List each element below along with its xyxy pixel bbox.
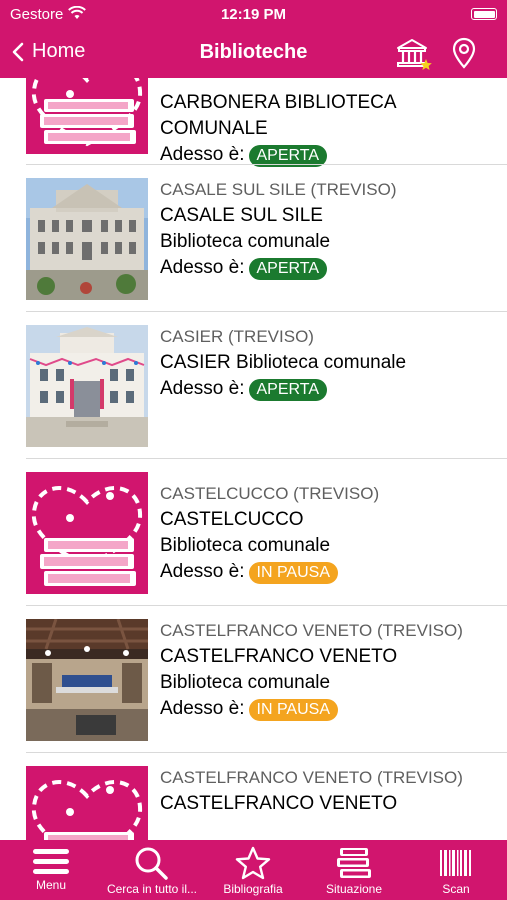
status-badge: APERTA (248, 379, 328, 401)
library-photo (26, 619, 148, 741)
library-name-line2: Biblioteca comunale (160, 535, 331, 556)
list-item[interactable]: CASIER (TREVISO) CASIER Biblioteca comun… (0, 312, 507, 459)
library-building-icon (397, 39, 432, 70)
map-button[interactable] (450, 36, 478, 70)
tab-label: Menu (35, 878, 67, 892)
list-item[interactable]: CASALE SUL SILE (TREVISO) CASALE SUL SIL… (0, 165, 507, 312)
status-badge: APERTA (248, 258, 328, 280)
tab-label: Cerca in tutto il... (106, 882, 198, 896)
navigation-bar: Home Biblioteche (0, 28, 507, 78)
hamburger-icon (33, 849, 69, 874)
library-city: CASTELCUCCO (TREVISO) (160, 484, 380, 503)
library-name-line2: Biblioteca comunale (160, 672, 331, 693)
tab-label: Situazione (325, 882, 383, 896)
back-label: Home (32, 40, 86, 62)
library-city: CASALE SUL SILE (TREVISO) (160, 180, 397, 199)
library-name: CASTELCUCCO (160, 509, 304, 530)
library-photo (26, 178, 148, 300)
library-name-line2: COMUNALE (160, 118, 268, 139)
library-city: CASTELFRANCO VENETO (TREVISO) (160, 768, 463, 787)
barcode-icon (440, 850, 471, 876)
library-name: CASIER Biblioteca comunale (160, 352, 407, 373)
list-item[interactable]: CASTELFRANCO VENETO (TREVISO) CASTELFRAN… (0, 753, 507, 840)
list-item[interactable]: CARBONERA BIBLIOTECA COMUNALE Adesso è: A… (0, 78, 507, 167)
back-button[interactable]: Home (12, 40, 85, 63)
status-badge: IN PAUSA (248, 562, 338, 584)
library-city: CASTELFRANCO VENETO (TREVISO) (160, 621, 463, 640)
library-placeholder-image (26, 78, 148, 154)
library-photo (26, 325, 148, 447)
library-name: CASALE SUL SILE (160, 205, 323, 226)
status-label: Adesso è: (160, 698, 245, 719)
status-badge: IN PAUSA (248, 699, 338, 721)
status-label: Adesso è: (160, 144, 245, 165)
clock: 12:19 PM (220, 6, 287, 23)
favorite-libraries-button[interactable] (394, 36, 434, 72)
star-icon (235, 846, 271, 880)
status-label: Adesso è: (160, 378, 245, 399)
tab-situation[interactable]: Situazione (314, 840, 394, 900)
library-placeholder-image (26, 472, 148, 594)
tab-bar: Menu Cerca in tutto il... Bibliografia S… (0, 840, 507, 900)
library-placeholder-image (26, 766, 148, 840)
library-list[interactable]: CARBONERA BIBLIOTECA COMUNALE Adesso è: A… (0, 78, 507, 840)
chevron-left-icon (12, 42, 24, 61)
library-name: CARBONERA BIBLIOTECA (160, 92, 397, 113)
books-stack-icon (337, 848, 371, 878)
list-item[interactable]: CASTELCUCCO (TREVISO) CASTELCUCCO Biblio… (0, 459, 507, 606)
tab-scan[interactable]: Scan (422, 840, 490, 900)
library-name: CASTELFRANCO VENETO (160, 646, 398, 667)
status-bar: Gestore 12:19 PM (0, 0, 507, 28)
search-icon (135, 847, 168, 880)
list-item[interactable]: CASTELFRANCO VENETO (TREVISO) CASTELFRAN… (0, 606, 507, 753)
library-name: CASTELFRANCO VENETO (160, 793, 398, 814)
tab-label: Bibliografia (223, 882, 283, 896)
status-label: Adesso è: (160, 257, 245, 278)
library-city: CASIER (TREVISO) (160, 327, 314, 346)
tab-bibliography[interactable]: Bibliografia (214, 840, 292, 900)
battery-icon (471, 8, 497, 20)
tab-label: Scan (442, 882, 470, 896)
library-name-line2: Biblioteca comunale (160, 231, 331, 252)
tab-menu[interactable]: Menu (14, 840, 88, 900)
status-label: Adesso è: (160, 561, 245, 582)
map-pin-icon (452, 37, 476, 69)
tab-search[interactable]: Cerca in tutto il... (94, 840, 210, 900)
